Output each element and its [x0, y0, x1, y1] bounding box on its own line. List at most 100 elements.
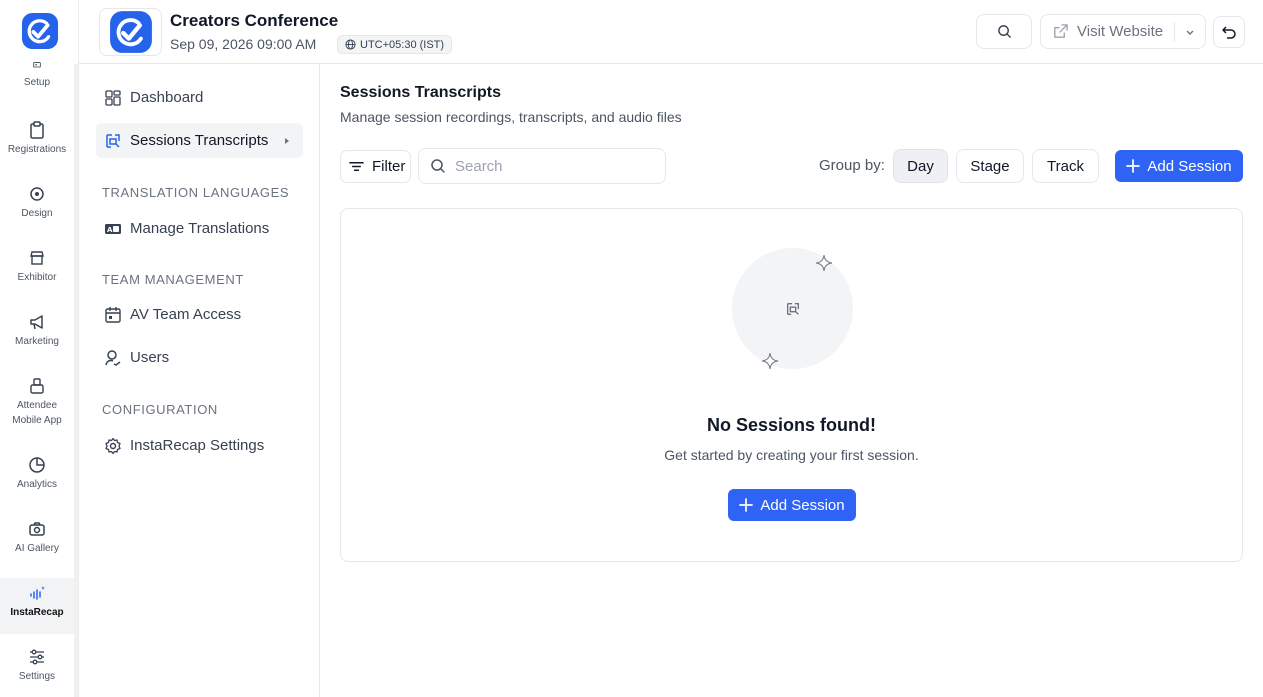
sliders-icon	[30, 649, 44, 665]
pie-chart-icon	[29, 457, 45, 473]
page-subtitle: Manage session recordings, transcripts, …	[340, 109, 682, 125]
svg-text:A: A	[107, 226, 113, 234]
group-by-stage-button[interactable]: Stage	[956, 149, 1024, 183]
group-by-label: Group by:	[819, 157, 885, 174]
add-session-button[interactable]: Add Session	[1115, 150, 1243, 182]
group-by-day-button[interactable]: Day	[893, 149, 948, 183]
plus-icon	[1126, 159, 1141, 173]
nav-users[interactable]: Users	[96, 340, 303, 375]
section-configuration: CONFIGURATION	[102, 402, 218, 417]
rail-item-design[interactable]: Design	[0, 185, 74, 221]
rail-label: Marketing	[15, 336, 59, 347]
rail-item-analytics[interactable]: Analytics	[0, 456, 74, 492]
instarecap-icon	[30, 586, 45, 600]
rail-item-attendee-mobile-app[interactable]: Attendee Mobile App	[0, 377, 74, 428]
rail-label: AI Gallery	[15, 543, 59, 554]
rail-item-marketing[interactable]: Marketing	[0, 313, 74, 349]
sparkle-icon	[761, 352, 779, 370]
timezone-text: UTC+05:30 (IST)	[360, 38, 445, 51]
sub-sidebar: Dashboard Sessions Transcripts TRANSLATI…	[79, 64, 320, 697]
rail-label: Exhibitor	[17, 272, 57, 283]
rail-label-line2: Mobile App	[12, 415, 62, 426]
nav-users-label: Users	[130, 349, 170, 366]
gear-icon	[105, 437, 121, 454]
globe-icon	[345, 39, 356, 50]
filter-button[interactable]: Filter	[340, 150, 411, 183]
nav-av-team-access-label: AV Team Access	[130, 306, 242, 323]
sessions-transcripts-icon	[106, 133, 120, 148]
rail-item-exhibitor[interactable]: Exhibitor	[0, 249, 74, 285]
add-session-label: Add Session	[1147, 157, 1232, 175]
megaphone-icon	[30, 315, 43, 330]
sessions-transcripts-icon	[786, 302, 799, 315]
user-icon	[105, 349, 121, 366]
external-link-icon	[1054, 24, 1068, 38]
event-title: Creators Conference	[170, 11, 339, 30]
rail-label: Registrations	[7, 144, 67, 155]
section-team-management: TEAM MANAGEMENT	[102, 272, 244, 287]
clipboard-icon	[30, 121, 44, 139]
nav-instarecap-settings[interactable]: InstaRecap Settings	[96, 428, 303, 463]
rail-label: InstaRecap	[10, 607, 64, 618]
undo-icon	[1222, 26, 1236, 39]
nav-av-team-access[interactable]: AV Team Access	[96, 297, 303, 332]
undo-button[interactable]	[1213, 16, 1245, 48]
rail-label: Analytics	[16, 479, 57, 490]
storefront-icon	[30, 251, 44, 265]
filter-icon	[349, 161, 364, 172]
translate-icon: A	[105, 223, 121, 234]
event-logo[interactable]	[99, 8, 162, 56]
empty-add-session-button[interactable]: Add Session	[728, 489, 856, 521]
visit-website-dropdown[interactable]	[1175, 27, 1205, 37]
rail-label: Settings	[18, 671, 56, 682]
empty-add-session-label: Add Session	[760, 496, 845, 514]
visit-website-label: Visit Website	[1077, 23, 1164, 40]
rail-item-instarecap[interactable]: InstaRecap	[0, 578, 74, 634]
search-icon	[431, 159, 445, 173]
filter-label: Filter	[372, 158, 406, 175]
rail-label: Design	[21, 208, 53, 219]
dashboard-icon	[105, 89, 121, 106]
nav-dashboard[interactable]: Dashboard	[96, 80, 303, 115]
rail-item-settings[interactable]: Settings	[0, 648, 74, 684]
search-icon	[997, 25, 1011, 38]
plus-icon	[739, 498, 754, 512]
visit-website-group: Visit Website	[1040, 14, 1206, 49]
camera-icon	[29, 522, 45, 536]
visit-website-button[interactable]: Visit Website	[1041, 23, 1174, 40]
nav-manage-translations-label: Manage Translations	[130, 220, 270, 237]
top-header: Creators Conference Sep 09, 2026 09:00 A…	[79, 0, 1263, 64]
sparkle-icon	[815, 254, 833, 272]
nav-manage-translations[interactable]: A Manage Translations	[96, 211, 303, 246]
rail-label: Setup	[23, 77, 51, 88]
mobile-app-icon	[30, 378, 44, 394]
section-translation-languages: TRANSLATION LANGUAGES	[102, 185, 290, 200]
group-by-track-button[interactable]: Track	[1032, 149, 1099, 183]
event-date: Sep 09, 2026 09:00 AM	[170, 36, 317, 52]
rail-scrollbar[interactable]	[74, 64, 78, 697]
design-icon	[30, 187, 44, 201]
search-input[interactable]	[455, 157, 645, 175]
page-title: Sessions Transcripts	[340, 84, 501, 101]
rail-item-ai-gallery[interactable]: AI Gallery	[0, 520, 74, 556]
left-rail: Setup Registrations Design Exhibitor Mar…	[0, 0, 79, 697]
rail-item-registrations[interactable]: Registrations	[0, 121, 74, 157]
rail-item-setup[interactable]: Setup	[0, 62, 74, 90]
rail-label: Attendee	[16, 400, 58, 411]
empty-state-subtitle: Get started by creating your first sessi…	[664, 447, 919, 463]
calendar-icon	[105, 306, 121, 323]
empty-illustration	[732, 248, 853, 369]
empty-state-title: No Sessions found!	[706, 415, 876, 435]
setup-icon	[33, 62, 41, 68]
empty-state-card: No Sessions found! Get started by creati…	[340, 208, 1243, 562]
nav-sessions-transcripts-label: Sessions Transcripts	[130, 132, 269, 149]
app-logo-icon[interactable]	[21, 12, 59, 50]
chevron-down-icon	[1186, 30, 1194, 35]
timezone-badge: UTC+05:30 (IST)	[337, 35, 453, 54]
nav-sessions-transcripts[interactable]: Sessions Transcripts	[96, 123, 303, 158]
header-search-button[interactable]	[976, 14, 1032, 49]
caret-right-icon	[285, 137, 289, 144]
nav-dashboard-label: Dashboard	[130, 89, 204, 106]
search-field[interactable]	[418, 148, 666, 184]
nav-instarecap-settings-label: InstaRecap Settings	[130, 437, 265, 454]
